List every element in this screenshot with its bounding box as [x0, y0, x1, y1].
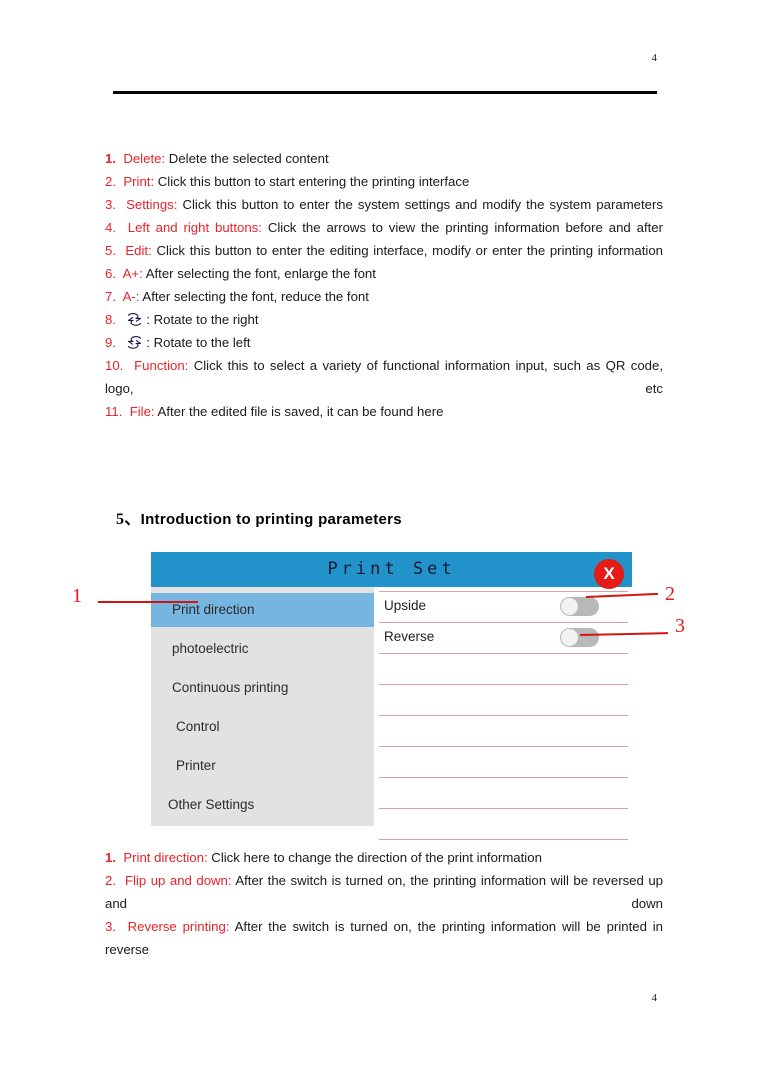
sidebar-item-other-settings[interactable]: Other Settings: [151, 788, 374, 822]
list-item: 2. Flip up and down: After the switch is…: [105, 869, 663, 915]
list-number: 3.: [105, 197, 116, 212]
close-icon[interactable]: X: [594, 559, 624, 589]
list-label: Settings:: [126, 197, 178, 212]
list-number: 4.: [105, 220, 116, 235]
callout-number-2: 2: [665, 583, 675, 605]
header-divider-rule: [113, 91, 657, 94]
toggle-reverse[interactable]: [560, 628, 599, 647]
list-number: 3.: [105, 919, 116, 934]
list-label: Edit:: [125, 243, 152, 258]
callout-number-1: 1: [72, 585, 82, 607]
list-label: Print:: [123, 174, 155, 189]
list-number: 10.: [105, 358, 124, 373]
list-item: 3. Reverse printing: After the switch is…: [105, 915, 663, 961]
dialog-title: Print Set: [327, 559, 456, 579]
settings-row: [379, 654, 628, 685]
settings-row: [379, 809, 628, 840]
list-item: 7. A-: After selecting the font, reduce …: [105, 285, 663, 308]
feature-list-top: 1. Delete: Delete the selected content 2.…: [105, 147, 663, 423]
list-text: Click this button to start entering the …: [157, 174, 470, 189]
list-text: Click the arrows to view the printing in…: [267, 220, 663, 235]
sidebar-item-label: Other Settings: [168, 797, 255, 812]
settings-row-label: Upside: [384, 598, 427, 613]
sidebar-item-control[interactable]: Control: [151, 710, 374, 744]
list-number: 8.: [105, 312, 116, 327]
page-footer-number: 4: [651, 992, 658, 1004]
sidebar-item-label: Print direction: [172, 602, 255, 617]
section-title: Introduction to printing parameters: [140, 511, 402, 528]
list-text: Click here to change the direction of th…: [211, 850, 542, 865]
list-text: Click this to select a variety of functi…: [105, 358, 664, 396]
rotate-left-icon: [128, 336, 142, 349]
list-number: 6.: [105, 266, 116, 281]
list-label: A-:: [122, 289, 140, 304]
sidebar-item-printer[interactable]: Printer: [151, 749, 374, 783]
callout-number-3: 3: [675, 615, 685, 637]
list-label: File:: [129, 404, 155, 419]
list-text: After the edited file is saved, it can b…: [157, 404, 444, 419]
list-number: 1.: [105, 151, 116, 166]
rotate-right-icon: [128, 313, 142, 326]
list-item: 1. Print direction: Click here to change…: [105, 846, 663, 869]
toggle-knob: [561, 629, 578, 646]
list-text: : Rotate to the left: [146, 335, 251, 350]
list-text: Click this button to enter the system se…: [182, 197, 663, 212]
list-item: 11. File: After the edited file is saved…: [105, 400, 663, 423]
settings-row: [379, 778, 628, 809]
list-item: 9. : Rotate to the left: [105, 331, 663, 354]
settings-row-label: Reverse: [384, 629, 435, 644]
list-text: After selecting the font, enlarge the fo…: [145, 266, 376, 281]
settings-row: [379, 747, 628, 778]
sidebar-item-label: photoelectric: [172, 641, 249, 656]
list-item: 6. A+: After selecting the font, enlarge…: [105, 262, 663, 285]
list-number: 11.: [105, 404, 123, 419]
list-label: Delete:: [123, 151, 166, 166]
list-number: 5.: [105, 243, 116, 258]
callout-leader-1: [98, 601, 198, 603]
list-label: Print direction:: [123, 850, 208, 865]
sidebar-item-photoelectric[interactable]: photoelectric: [151, 632, 374, 666]
list-item: 10. Function: Click this to select a var…: [105, 354, 663, 400]
list-item: 1. Delete: Delete the selected content: [105, 147, 663, 170]
settings-row: [379, 716, 628, 747]
list-number: 7.: [105, 289, 116, 304]
list-label: Left and right buttons:: [127, 220, 262, 235]
settings-row: [379, 685, 628, 716]
dialog-titlebar: Print Set X: [151, 552, 632, 589]
sidebar-item-label: Continuous printing: [172, 680, 289, 695]
toggle-knob: [561, 598, 578, 615]
sidebar-item-continuous-printing[interactable]: Continuous printing: [151, 671, 374, 705]
sidebar-item-label: Printer: [176, 758, 216, 773]
print-set-dialog[interactable]: Print Set X Print direction photoelectric…: [151, 552, 632, 840]
list-item: 3. Settings: Click this button to enter …: [105, 193, 663, 216]
list-item: 5. Edit: Click this button to enter the …: [105, 239, 663, 262]
list-item: 4. Left and right buttons: Click the arr…: [105, 216, 663, 239]
dialog-body: Print direction photoelectric Continuous p…: [151, 587, 632, 840]
list-label: Flip up and down:: [124, 873, 232, 888]
list-text: Click this button to enter the editing i…: [156, 243, 664, 258]
page-header-number: 4: [651, 52, 658, 64]
list-text: : Rotate to the right: [146, 312, 259, 327]
list-text: After selecting the font, reduce the fon…: [142, 289, 369, 304]
feature-list-bottom: 1. Print direction: Click here to change…: [105, 846, 663, 961]
toggle-upside[interactable]: [560, 597, 599, 616]
list-text: Delete the selected content: [168, 151, 329, 166]
list-label: A+:: [122, 266, 143, 281]
section-number: 5、: [116, 511, 141, 528]
dialog-sidebar: Print direction photoelectric Continuous p…: [151, 587, 374, 826]
dialog-settings-panel: Upside Reverse: [374, 587, 632, 840]
list-label: Function:: [134, 358, 189, 373]
list-item: 2. Print: Click this button to start ent…: [105, 170, 663, 193]
list-number: 9.: [105, 335, 116, 350]
settings-row[interactable]: Reverse: [379, 623, 628, 654]
sidebar-item-label: Control: [176, 719, 220, 734]
list-number: 1.: [105, 850, 116, 865]
list-label: Reverse printing:: [127, 919, 230, 934]
list-number: 2.: [105, 174, 116, 189]
section-heading: 5、Introduction to printing parameters: [116, 505, 402, 529]
sidebar-item-print-direction[interactable]: Print direction: [151, 593, 374, 627]
list-item: 8. : Rotate to the right: [105, 308, 663, 331]
list-number: 2.: [105, 873, 116, 888]
